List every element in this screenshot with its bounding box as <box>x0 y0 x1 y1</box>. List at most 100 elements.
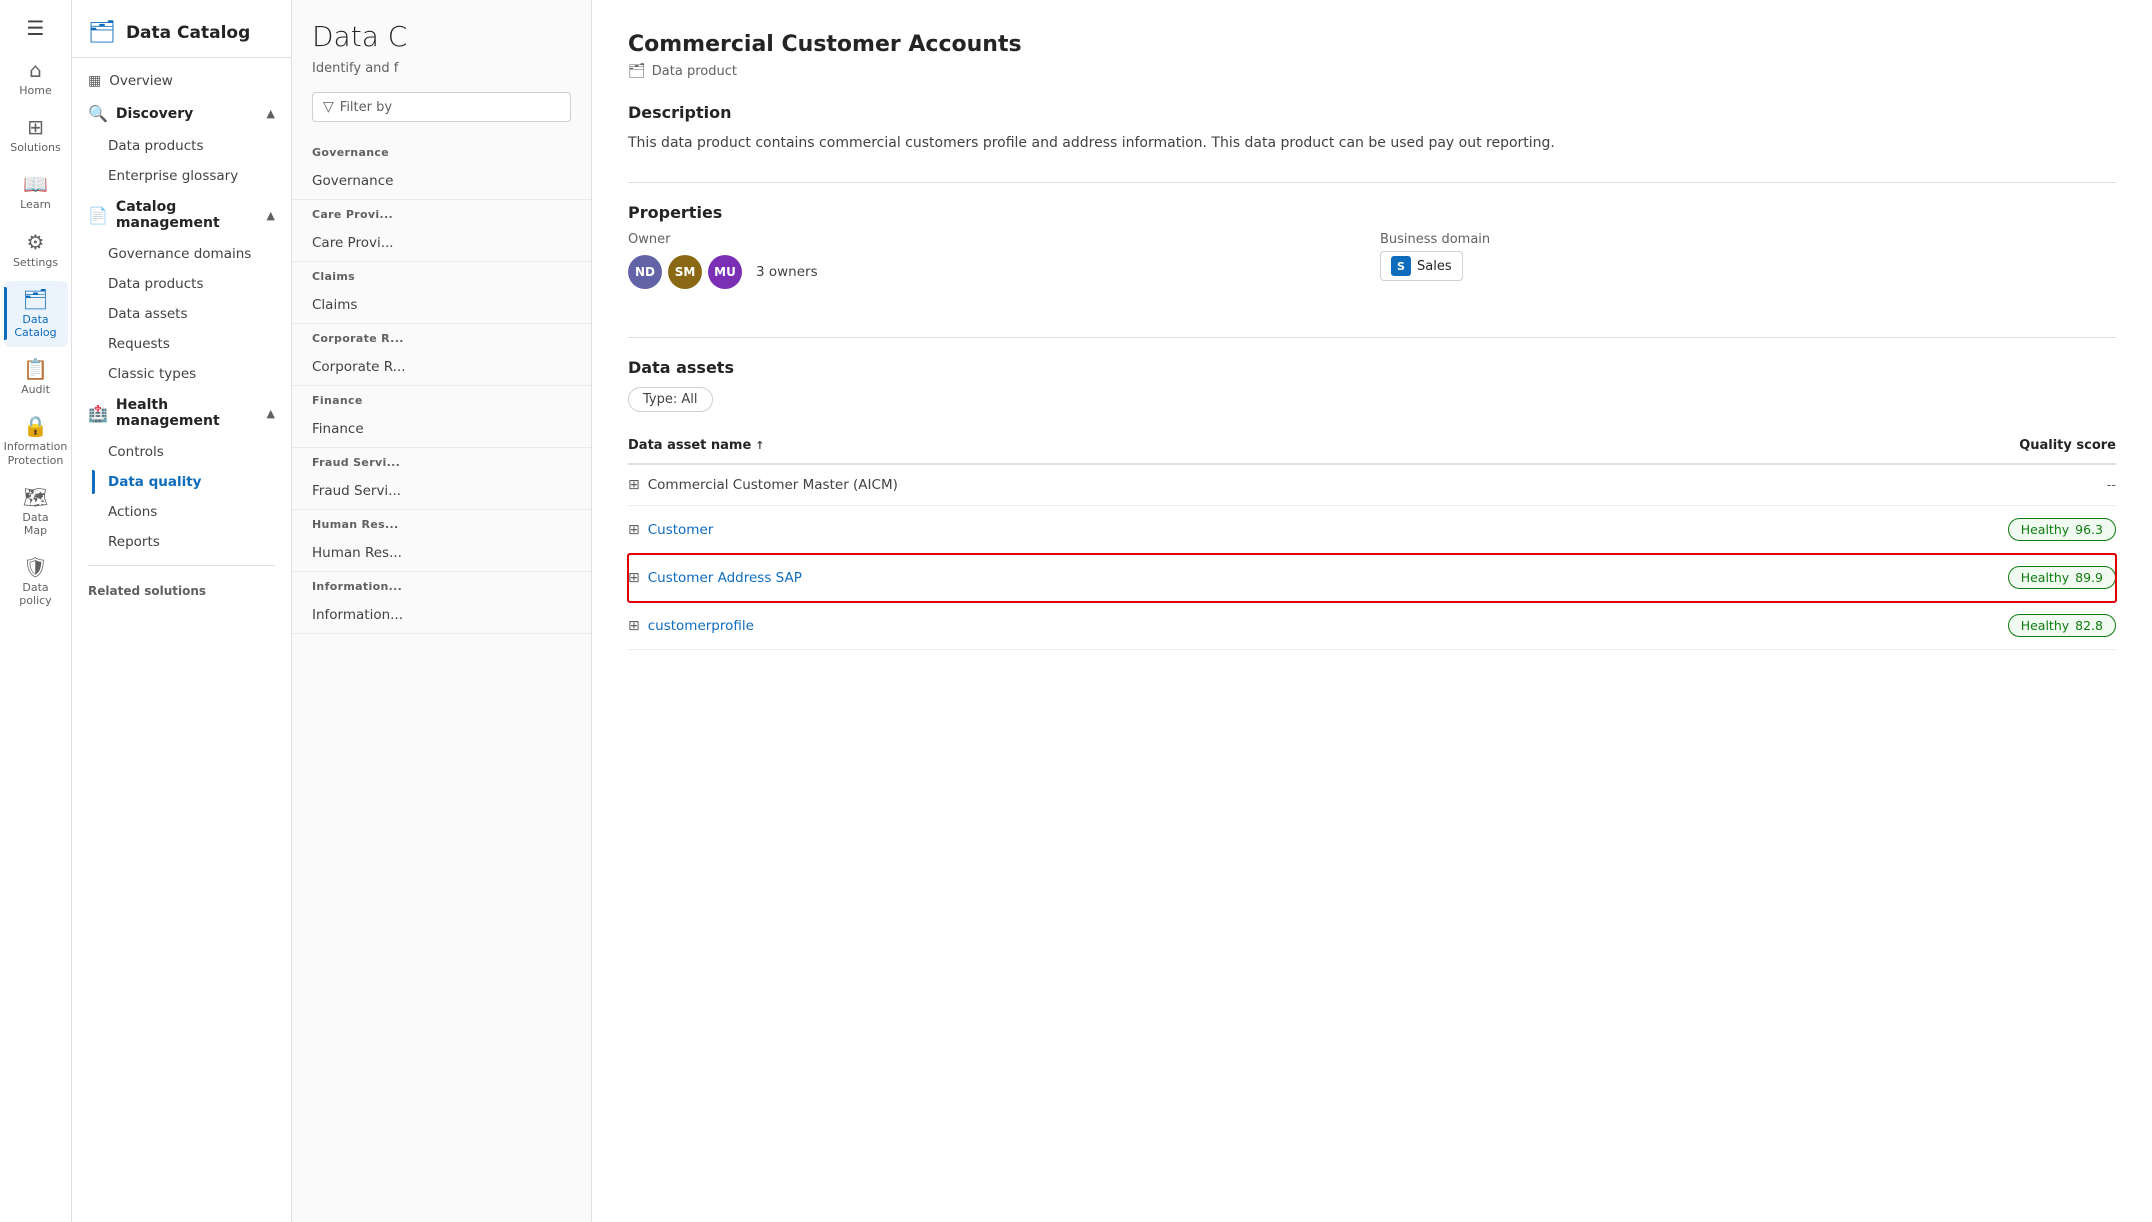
data-policy-icon: 🛡 <box>23 557 48 577</box>
asset-row-commercial-master[interactable]: ⊞ Commercial Customer Master (AICM) -- <box>628 465 2116 506</box>
info-protection-icon: 🔒 <box>23 416 48 436</box>
list-item-information[interactable]: Information... <box>292 597 591 634</box>
list-group-human: Human Res... <box>292 510 591 535</box>
discovery-icon: 🔍 <box>88 104 108 123</box>
health-mgmt-label: Health management <box>116 397 261 429</box>
sidebar-item-controls[interactable]: Controls <box>92 437 291 467</box>
related-solutions-label: Related solutions <box>72 574 291 602</box>
list-item-fraud[interactable]: Fraud Servi... <box>292 473 591 510</box>
list-group-care: Care Provi... <box>292 200 591 225</box>
quality-badge-customerprofile: Healthy 82.8 <box>2008 614 2116 637</box>
sidebar-item-data-quality[interactable]: Data quality <box>92 467 291 497</box>
governance-domains-label: Governance domains <box>108 246 251 262</box>
nav-audit[interactable]: 📋 Audit <box>4 351 68 404</box>
sidebar-group-health-management[interactable]: 🏥 Health management ▲ <box>72 389 291 437</box>
health-mgmt-sub: Controls Data quality Actions Reports <box>72 437 291 557</box>
settings-label: Settings <box>13 256 58 269</box>
list-item-governance[interactable]: Governance <box>292 163 591 200</box>
asset-icon-commercial-master: ⊞ <box>628 477 640 493</box>
nav-data-catalog[interactable]: 🗂 Data Catalog <box>4 281 68 347</box>
nav-solutions[interactable]: ⊞ Solutions <box>4 109 68 162</box>
type-filter[interactable]: Type: All <box>628 387 713 412</box>
sidebar: 🗂 Data Catalog ▦ Overview 🔍 Discovery ▲ … <box>72 0 292 1222</box>
solutions-label: Solutions <box>10 141 61 154</box>
learn-icon: 📖 <box>23 174 48 194</box>
hamburger-menu[interactable]: ☰ <box>19 8 53 48</box>
enterprise-glossary-label: Enterprise glossary <box>108 168 238 184</box>
description-text: This data product contains commercial cu… <box>628 132 2116 154</box>
sidebar-item-data-products-cat[interactable]: Data products <box>92 269 291 299</box>
list-item-claims[interactable]: Claims <box>292 287 591 324</box>
discovery-label: Discovery <box>116 106 193 122</box>
nav-settings[interactable]: ⚙ Settings <box>4 224 68 277</box>
controls-label: Controls <box>108 444 164 460</box>
icon-nav: ☰ ⌂ Home ⊞ Solutions 📖 Learn ⚙ Settings … <box>0 0 72 1222</box>
sidebar-item-classic-types[interactable]: Classic types <box>92 359 291 389</box>
avatars-row: ND SM MU 3 owners <box>628 255 1364 289</box>
quality-score-customer-address-sap: 89.9 <box>2075 570 2103 585</box>
properties-grid: Owner ND SM MU 3 owners Business domain … <box>628 232 2116 317</box>
list-panel-title: Data C <box>292 20 591 61</box>
col-quality: Quality score <box>2019 438 2116 453</box>
sidebar-group-catalog-management[interactable]: 📄 Catalog management ▲ <box>72 191 291 239</box>
data-catalog-label: Data Catalog <box>10 313 62 339</box>
home-label: Home <box>19 84 51 97</box>
description-heading: Description <box>628 103 2116 122</box>
nav-learn[interactable]: 📖 Learn <box>4 166 68 219</box>
solutions-icon: ⊞ <box>27 117 44 137</box>
data-assets-section: Data assets Type: All Data asset name ↑ … <box>628 358 2116 650</box>
asset-row-customer-address-sap[interactable]: ⊞ Customer Address SAP Healthy 89.9 <box>628 554 2116 602</box>
nav-data-map[interactable]: 🗺 Data Map <box>4 479 68 545</box>
list-item-care[interactable]: Care Provi... <box>292 225 591 262</box>
asset-name-customer-address-sap[interactable]: ⊞ Customer Address SAP <box>628 570 802 586</box>
detail-type: 🗂 Data product <box>628 63 2116 79</box>
avatar-sm: SM <box>668 255 702 289</box>
reports-label: Reports <box>108 534 160 550</box>
sidebar-group-discovery[interactable]: 🔍 Discovery ▲ <box>72 96 291 131</box>
settings-icon: ⚙ <box>27 232 45 252</box>
nav-data-policy[interactable]: 🛡 Data policy <box>4 549 68 615</box>
properties-heading: Properties <box>628 203 2116 222</box>
nav-information-protection[interactable]: 🔒 Information Protection <box>4 408 68 474</box>
business-domain-badge[interactable]: S Sales <box>1380 251 1463 281</box>
data-products-cat-label: Data products <box>108 276 203 292</box>
data-assets-heading: Data assets <box>628 358 2116 377</box>
catalog-mgmt-chevron: ▲ <box>267 209 275 222</box>
filter-bar[interactable]: ▽ Filter by <box>312 92 571 122</box>
asset-name-commercial-master: ⊞ Commercial Customer Master (AICM) <box>628 477 898 493</box>
sort-icon[interactable]: ↑ <box>755 439 764 452</box>
sidebar-item-data-assets[interactable]: Data assets <box>92 299 291 329</box>
filter-icon: ▽ <box>323 99 334 115</box>
sidebar-item-reports[interactable]: Reports <box>92 527 291 557</box>
asset-row-customerprofile[interactable]: ⊞ customerprofile Healthy 82.8 <box>628 602 2116 650</box>
list-panel: Data C Identify and f ▽ Filter by Govern… <box>292 0 592 1222</box>
data-catalog-icon: 🗂 <box>23 289 48 309</box>
divider-2 <box>628 337 2116 338</box>
sidebar-item-requests[interactable]: Requests <box>92 329 291 359</box>
audit-icon: 📋 <box>23 359 48 379</box>
assets-table-header: Data asset name ↑ Quality score <box>628 428 2116 465</box>
sidebar-item-enterprise-glossary[interactable]: Enterprise glossary <box>92 161 291 191</box>
asset-name-customer[interactable]: ⊞ Customer <box>628 522 713 538</box>
list-item-human[interactable]: Human Res... <box>292 535 591 572</box>
sidebar-item-overview[interactable]: ▦ Overview <box>72 66 291 96</box>
list-item-corporate[interactable]: Corporate R... <box>292 349 591 386</box>
sidebar-item-data-products-disc[interactable]: Data products <box>92 131 291 161</box>
sidebar-item-actions[interactable]: Actions <box>92 497 291 527</box>
assets-table: Data asset name ↑ Quality score ⊞ Commer… <box>628 428 2116 650</box>
list-group-governance: Governance <box>292 138 591 163</box>
business-domain-section: Business domain S Sales <box>1380 232 2116 289</box>
quality-status-customer-address-sap: Healthy <box>2021 570 2069 585</box>
business-domain-name: Sales <box>1417 259 1452 274</box>
learn-label: Learn <box>20 198 51 211</box>
detail-panel: Commercial Customer Accounts 🗂 Data prod… <box>592 0 2152 1222</box>
asset-name-customerprofile[interactable]: ⊞ customerprofile <box>628 618 754 634</box>
main-content: Data C Identify and f ▽ Filter by Govern… <box>292 0 2152 1222</box>
asset-row-customer[interactable]: ⊞ Customer Healthy 96.3 <box>628 506 2116 554</box>
owner-section: Owner ND SM MU 3 owners <box>628 232 1364 289</box>
list-group-information: Information... <box>292 572 591 597</box>
sidebar-item-governance-domains[interactable]: Governance domains <box>92 239 291 269</box>
quality-score-customerprofile: 82.8 <box>2075 618 2103 633</box>
list-item-finance[interactable]: Finance <box>292 411 591 448</box>
nav-home[interactable]: ⌂ Home <box>4 52 68 105</box>
